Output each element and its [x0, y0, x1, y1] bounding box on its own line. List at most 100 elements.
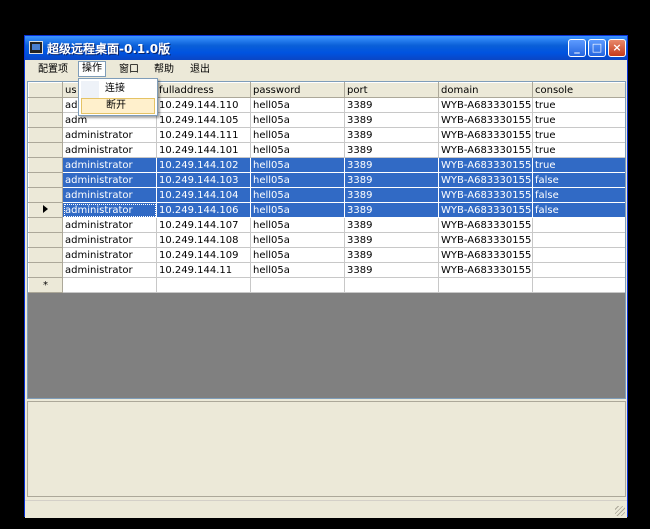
table-row[interactable]: administrator 10.249.144.103 hell05a 3389 WY… [28, 172, 625, 188]
row-header[interactable] [28, 157, 63, 173]
cell-user[interactable]: administrator [62, 217, 157, 233]
cell-console[interactable]: false [532, 172, 625, 188]
cell-password[interactable]: hell05a [250, 262, 345, 278]
cell-domain[interactable]: WYB-A6833301556 [438, 232, 533, 248]
cell-password[interactable]: hell05a [250, 127, 345, 143]
row-header[interactable] [28, 217, 63, 233]
cell-console[interactable] [532, 217, 625, 233]
menu-operation[interactable]: 操作 [78, 61, 106, 77]
menu-window[interactable]: 窗口 [116, 62, 142, 78]
cell-domain[interactable]: WYB-A6833301556 [438, 172, 533, 188]
cell-port[interactable]: 3389 [344, 112, 439, 128]
cell-console[interactable]: true [532, 142, 625, 158]
cell-port[interactable]: 3389 [344, 157, 439, 173]
cell-password[interactable]: hell05a [250, 97, 345, 113]
row-header[interactable] [28, 172, 63, 188]
table-row[interactable]: administrator 10.249.144.109 hell05a 3389 WY… [28, 247, 625, 263]
minimize-button[interactable]: _ [568, 39, 586, 57]
cell-fulladdress[interactable]: 10.249.144.102 [156, 157, 251, 173]
table-row[interactable]: administrator 10.249.144.101 hell05a 3389 WY… [28, 142, 625, 158]
cell-password[interactable]: hell05a [250, 172, 345, 188]
table-row[interactable]: administrator 10.249.144.106 hell05a 3389 WY… [28, 202, 625, 218]
cell-console[interactable] [532, 232, 625, 248]
cell-domain[interactable]: WYB-A6833301556 [438, 157, 533, 173]
cell-domain[interactable]: WYB-A6833301556 [438, 97, 533, 113]
new-row-cell-user[interactable] [62, 277, 157, 293]
menu-config[interactable]: 配置项 [35, 62, 71, 78]
cell-user[interactable]: administrator [62, 157, 157, 173]
maximize-button[interactable]: □ [588, 39, 606, 57]
cell-domain[interactable]: WYB-A6833301556 [438, 202, 533, 218]
cell-domain[interactable]: WYB-A6833301556 [438, 127, 533, 143]
cell-port[interactable]: 3389 [344, 247, 439, 263]
new-row-cell-port[interactable] [344, 277, 439, 293]
cell-domain[interactable]: WYB-A6833301556 [438, 217, 533, 233]
cell-user[interactable]: administrator [62, 127, 157, 143]
cell-port[interactable]: 3389 [344, 142, 439, 158]
cell-fulladdress[interactable]: 10.249.144.106 [156, 202, 251, 218]
row-header[interactable] [28, 112, 63, 128]
table-row[interactable]: administrator 10.249.144.102 hell05a 3389 WY… [28, 157, 625, 173]
cell-console[interactable]: false [532, 187, 625, 203]
cell-user[interactable]: administrator [62, 172, 157, 188]
data-grid[interactable]: us fulladdress password port domain cons… [27, 81, 626, 399]
cell-user[interactable]: administrator [62, 202, 157, 218]
table-row[interactable]: administrator 10.249.144.107 hell05a 3389 WY… [28, 217, 625, 233]
cell-fulladdress[interactable]: 10.249.144.105 [156, 112, 251, 128]
cell-port[interactable]: 3389 [344, 187, 439, 203]
column-header-fulladdress[interactable]: fulladdress [156, 82, 251, 98]
cell-console[interactable] [532, 262, 625, 278]
row-header[interactable] [28, 202, 63, 218]
column-header-domain[interactable]: domain [438, 82, 533, 98]
cell-domain[interactable]: WYB-A6833301556 [438, 262, 533, 278]
row-header[interactable] [28, 262, 63, 278]
cell-domain[interactable]: WYB-A6833301556 [438, 112, 533, 128]
cell-port[interactable]: 3389 [344, 217, 439, 233]
table-row[interactable]: administrator 10.249.144.108 hell05a 3389 WY… [28, 232, 625, 248]
cell-password[interactable]: hell05a [250, 232, 345, 248]
cell-fulladdress[interactable]: 10.249.144.110 [156, 97, 251, 113]
corner-header[interactable] [28, 82, 63, 98]
menu-item-disconnect[interactable]: 断开 [81, 98, 155, 114]
new-row-cell-fulladdress[interactable] [156, 277, 251, 293]
new-row-marker[interactable]: * [28, 277, 63, 293]
cell-port[interactable]: 3389 [344, 232, 439, 248]
row-header[interactable] [28, 97, 63, 113]
app-icon[interactable] [29, 41, 43, 54]
cell-console[interactable]: true [532, 112, 625, 128]
cell-fulladdress[interactable]: 10.249.144.101 [156, 142, 251, 158]
table-row[interactable]: administrator 10.249.144.111 hell05a 3389 WY… [28, 127, 625, 143]
cell-domain[interactable]: WYB-A6833301556 [438, 247, 533, 263]
column-header-port[interactable]: port [344, 82, 439, 98]
cell-domain[interactable]: WYB-A6833301556 [438, 187, 533, 203]
cell-password[interactable]: hell05a [250, 187, 345, 203]
cell-fulladdress[interactable]: 10.249.144.103 [156, 172, 251, 188]
cell-fulladdress[interactable]: 10.249.144.109 [156, 247, 251, 263]
cell-user[interactable]: administrator [62, 142, 157, 158]
cell-password[interactable]: hell05a [250, 112, 345, 128]
cell-fulladdress[interactable]: 10.249.144.11 [156, 262, 251, 278]
row-header[interactable] [28, 187, 63, 203]
cell-fulladdress[interactable]: 10.249.144.107 [156, 217, 251, 233]
cell-port[interactable]: 3389 [344, 262, 439, 278]
menu-help[interactable]: 帮助 [151, 62, 177, 78]
cell-user[interactable]: administrator [62, 262, 157, 278]
row-header[interactable] [28, 127, 63, 143]
menu-exit[interactable]: 退出 [187, 62, 213, 78]
row-header[interactable] [28, 232, 63, 248]
new-row-cell-console[interactable] [532, 277, 625, 293]
cell-console[interactable]: true [532, 127, 625, 143]
cell-port[interactable]: 3389 [344, 172, 439, 188]
column-header-console[interactable]: console [532, 82, 625, 98]
cell-port[interactable]: 3389 [344, 202, 439, 218]
cell-port[interactable]: 3389 [344, 127, 439, 143]
close-button[interactable]: × [608, 39, 626, 57]
new-row-cell-password[interactable] [250, 277, 345, 293]
cell-console[interactable]: true [532, 97, 625, 113]
cell-password[interactable]: hell05a [250, 217, 345, 233]
cell-console[interactable]: true [532, 157, 625, 173]
cell-console[interactable]: false [532, 202, 625, 218]
cell-password[interactable]: hell05a [250, 202, 345, 218]
cell-fulladdress[interactable]: 10.249.144.108 [156, 232, 251, 248]
cell-user[interactable]: administrator [62, 247, 157, 263]
